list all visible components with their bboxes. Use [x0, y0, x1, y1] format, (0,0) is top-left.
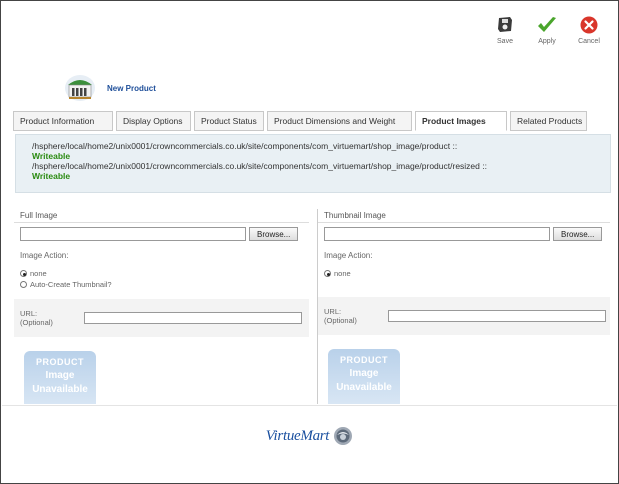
thumbnail-image-preview: PRODUCT Image Unavailable: [328, 349, 400, 404]
footer-divider: [2, 405, 617, 406]
save-label: Save: [497, 38, 513, 45]
thumbnail-none-radio[interactable]: [324, 270, 331, 277]
thumbnail-url-input[interactable]: [388, 310, 606, 322]
full-image-file-row: Browse...: [20, 227, 309, 241]
full-image-none-radio[interactable]: [20, 270, 27, 277]
full-image-none-label: none: [30, 269, 47, 278]
thumbnail-option-none: none: [324, 269, 610, 278]
placeholder-line-2: Unavailable: [32, 384, 88, 395]
thumbnail-image-title: Thumbnail Image: [318, 209, 610, 223]
full-image-action-label: Image Action:: [20, 251, 69, 260]
resized-image-writeable-status: Writeable: [32, 171, 71, 181]
product-image-path: /hsphere/local/home2/unix0001/crowncomme…: [32, 141, 458, 151]
thumbnail-none-label: none: [334, 269, 351, 278]
images-content: Full Image Browse... Image Action: none …: [14, 209, 610, 404]
full-image-section: Full Image Browse... Image Action: none …: [14, 209, 309, 404]
product-image-writeable-status: Writeable: [32, 151, 71, 161]
cancel-button[interactable]: Cancel: [570, 11, 608, 55]
save-button[interactable]: Save: [486, 11, 524, 55]
placeholder-heading: PRODUCT: [340, 355, 388, 365]
auto-create-thumbnail-radio[interactable]: [20, 281, 27, 288]
thumbnail-url-row: URL: (Optional): [318, 297, 610, 335]
virtuemart-logo-icon: [334, 427, 353, 445]
url-label-text: URL:: [20, 309, 38, 318]
full-image-url-input[interactable]: [84, 312, 302, 324]
cancel-label: Cancel: [578, 38, 600, 45]
tab-product-status[interactable]: Product Status: [194, 111, 264, 131]
directory-status-panel: /hsphere/local/home2/unix0001/crowncomme…: [15, 134, 611, 193]
apply-label: Apply: [538, 38, 556, 45]
page-title: New Product: [107, 83, 156, 93]
toolbar: Save Apply Cancel: [486, 11, 608, 55]
full-image-preview: PRODUCT Image Unavailable: [24, 351, 96, 404]
apply-button[interactable]: Apply: [528, 11, 566, 55]
thumbnail-file-row: Browse...: [324, 227, 610, 241]
placeholder-line-1: Image: [349, 368, 379, 379]
tab-product-information[interactable]: Product Information: [13, 111, 113, 131]
url-label-text: URL:: [324, 307, 342, 316]
tab-related-products[interactable]: Related Products: [510, 111, 587, 131]
floppy-disk-icon: [498, 17, 512, 32]
page-header: New Product: [63, 73, 156, 103]
tab-product-images[interactable]: Product Images: [415, 111, 507, 131]
full-image-option-none: none: [20, 269, 309, 278]
full-image-file-input[interactable]: [20, 227, 246, 241]
auto-create-thumbnail-label: Auto-Create Thumbnail?: [30, 280, 112, 289]
resized-image-path: /hsphere/local/home2/unix0001/crowncomme…: [32, 161, 487, 171]
checkmark-icon: [538, 17, 556, 32]
full-image-url-row: URL: (Optional): [14, 299, 309, 337]
thumbnail-image-section: Thumbnail Image Browse... Image Action: …: [317, 209, 610, 404]
thumbnail-url-label: URL: (Optional): [324, 307, 378, 325]
full-image-title: Full Image: [14, 209, 309, 223]
product-store-icon: [65, 75, 95, 101]
placeholder-line-2: Unavailable: [336, 382, 392, 393]
admin-window: Save Apply Cancel New Product Product In…: [0, 0, 619, 484]
placeholder-line-1: Image: [45, 370, 75, 381]
virtuemart-logo-text: VirtueMart: [265, 427, 330, 444]
tab-bar: Product Information Display Options Prod…: [13, 111, 605, 131]
url-optional-text: (Optional): [20, 318, 53, 327]
url-optional-text: (Optional): [324, 316, 357, 325]
thumbnail-file-input[interactable]: [324, 227, 550, 241]
full-image-browse-button[interactable]: Browse...: [249, 227, 299, 241]
thumbnail-action-label: Image Action:: [324, 251, 373, 260]
thumbnail-browse-button[interactable]: Browse...: [553, 227, 603, 241]
footer: VirtueMart: [1, 426, 618, 446]
tab-display-options[interactable]: Display Options: [116, 111, 191, 131]
cancel-icon: [580, 16, 598, 34]
tab-product-dimensions-weight[interactable]: Product Dimensions and Weight: [267, 111, 412, 131]
full-image-url-label: URL: (Optional): [20, 309, 74, 327]
full-image-option-auto: Auto-Create Thumbnail?: [20, 280, 309, 289]
placeholder-heading: PRODUCT: [36, 357, 84, 367]
